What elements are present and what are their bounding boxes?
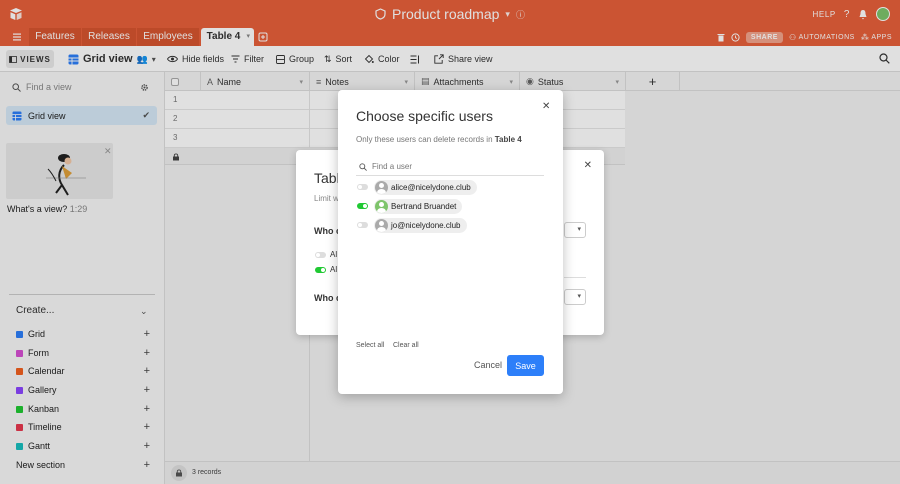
user-name: alice@nicelydone.club	[391, 182, 471, 192]
user-chip: alice@nicelydone.club	[374, 179, 477, 195]
user-chip: jo@nicelydone.club	[374, 217, 467, 233]
permission-option[interactable]: Al	[315, 265, 337, 274]
search-icon	[359, 162, 367, 171]
find-user-placeholder: Find a user	[372, 162, 413, 171]
dialog-description: Only these users can delete records in T…	[356, 135, 522, 144]
close-icon[interactable]: ✕	[542, 101, 550, 112]
user-option[interactable]: jo@nicelydone.club	[357, 217, 467, 233]
avatar	[375, 199, 388, 213]
toggle-off[interactable]	[315, 251, 326, 258]
permission-option[interactable]: Al	[315, 250, 337, 259]
option-label: Al	[330, 250, 338, 259]
chevron-down-icon: ▾	[577, 293, 581, 300]
user-name: jo@nicelydone.club	[391, 220, 461, 230]
select-all-link[interactable]: Select all	[356, 342, 384, 349]
user-toggle[interactable]	[357, 203, 368, 209]
user-name: Bertrand Bruandet	[391, 201, 457, 211]
chevron-down-icon: ▾	[577, 226, 581, 233]
permission-question: Who c	[314, 226, 341, 236]
user-option[interactable]: alice@nicelydone.club	[357, 179, 477, 195]
permission-select[interactable]: ▾	[564, 222, 586, 238]
find-user-input[interactable]: Find a user	[356, 158, 544, 176]
dialog-subtitle: Limit w	[314, 194, 339, 203]
avatar	[375, 180, 388, 194]
table-name: Table 4	[494, 135, 522, 144]
user-toggle[interactable]	[357, 222, 368, 228]
choose-users-dialog: ✕ Choose specific users Only these users…	[338, 90, 563, 394]
divider	[564, 277, 586, 278]
save-button[interactable]: Save	[507, 355, 544, 376]
permission-select[interactable]: ▾	[564, 289, 586, 305]
option-label: Al	[330, 265, 338, 274]
cancel-button[interactable]: Cancel	[474, 360, 502, 370]
permission-question: Who c	[314, 293, 341, 303]
user-toggle[interactable]	[357, 184, 368, 190]
user-chip: Bertrand Bruandet	[374, 198, 463, 214]
description-text: Only these users can delete records in	[356, 135, 493, 144]
user-option[interactable]: Bertrand Bruandet	[357, 198, 463, 214]
dialog-title: Choose specific users	[356, 108, 493, 124]
close-icon[interactable]: ✕	[584, 160, 592, 171]
clear-all-link[interactable]: Clear all	[393, 342, 419, 349]
avatar	[375, 218, 388, 232]
toggle-on[interactable]	[315, 266, 326, 273]
